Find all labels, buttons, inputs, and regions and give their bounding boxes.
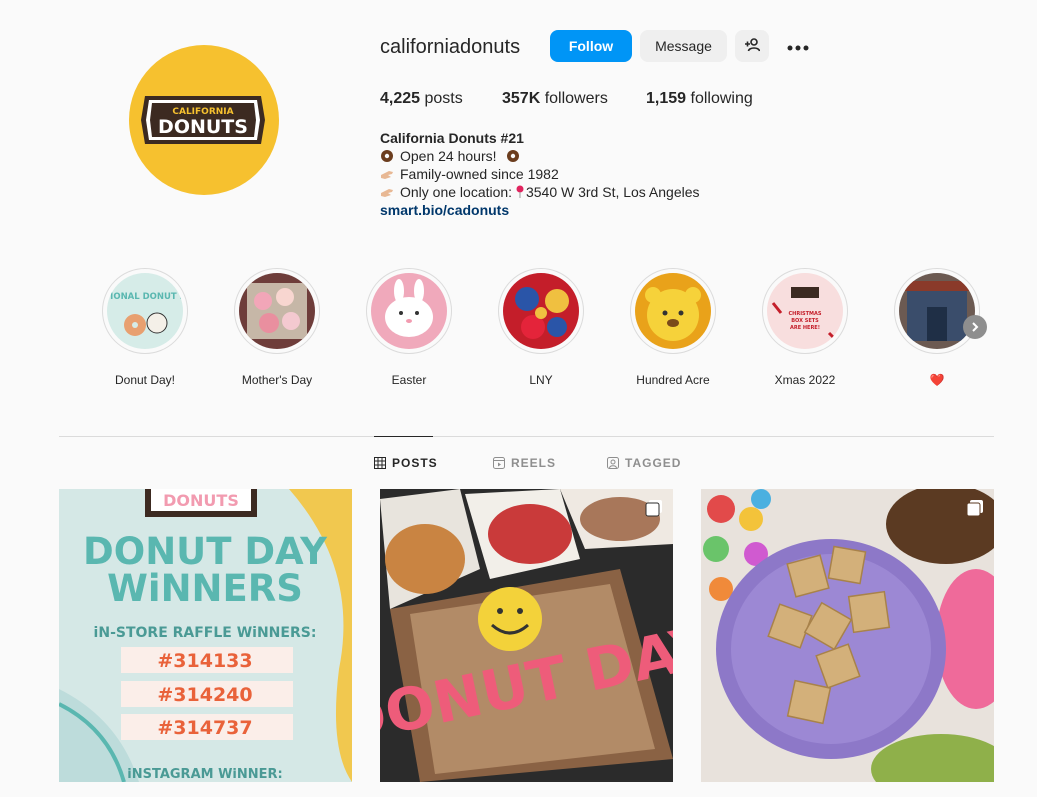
tab-label: REELS [511,456,557,470]
tagged-icon [607,457,619,469]
tab-reels[interactable]: REELS [493,456,556,470]
highlight-hundred-acre[interactable]: Hundred Acre [630,268,716,387]
active-tab-indicator [374,436,433,437]
svg-text:CHRISTMAS: CHRISTMAS [788,311,821,317]
post-cereal-donut[interactable] [701,489,994,782]
highlight-cover [239,273,315,349]
highlight-label: Donut Day! [114,373,176,387]
svg-text:ARE HERE!: ARE HERE! [790,325,820,331]
post-image: DONUTS DONUT DAY WiNNERS iN-STORE RAFFLE… [59,489,352,782]
posts-count: 4,225 [380,90,421,107]
following-label: following [690,90,753,107]
highlight-cover [503,273,579,349]
winner-number: #314133 [157,650,252,672]
pin-icon [516,185,524,198]
suggested-accounts-button[interactable] [735,30,769,62]
grid-icon [374,457,386,469]
highlight-lny[interactable]: LNY [498,268,584,387]
follow-button[interactable]: Follow [550,30,632,62]
add-user-icon [745,37,761,51]
highlight-ring [894,268,980,354]
highlight-label: Mother's Day [241,373,313,387]
tabs-divider [59,436,994,437]
bio-line: Family-owned since 1982 [380,165,700,183]
svg-text:BOX SETS: BOX SETS [791,318,819,324]
followers-stat[interactable]: 357K followers [502,90,608,108]
bio-link[interactable]: smart.bio/cadonuts [380,201,700,219]
post-footer: iNSTAGRAM WiNNER: [127,767,282,782]
highlight-label: ❤️ [929,373,945,387]
highlight-ring [234,268,320,354]
tab-posts[interactable]: POSTS [374,456,438,470]
highlight-cover: CHRISTMAS BOX SETS ARE HERE! [767,273,843,349]
highlight-ring [498,268,584,354]
winner-number: #314240 [157,684,252,706]
display-name: California Donuts #21 [380,130,524,146]
username: californiadonuts [380,36,521,58]
pointing-hand-icon [381,171,393,179]
donut-icon [381,150,393,162]
bio-address: 3540 W 3rd St, Los Angeles [525,184,700,200]
pointing-hand-icon [381,189,393,197]
bio-location: Only one location: [400,184,516,200]
message-button[interactable]: Message [640,30,727,62]
bio-history: Family-owned since 1982 [400,166,559,182]
posts-stat: 4,225 posts [380,90,463,108]
multiple-images-icon [966,500,983,517]
tab-label: TAGGED [625,456,682,470]
highlights-next-arrow[interactable] [963,315,987,339]
highlight-label: Easter [391,373,427,387]
highlight-cover: NATIONAL DONUT DAY [107,273,183,349]
post-donut-day-display[interactable]: DONUT DAY [380,489,673,782]
bio-line: Only one location: 3540 W 3rd St, Los An… [380,183,700,201]
highlight-easter[interactable]: Easter [366,268,452,387]
highlight-label: Hundred Acre [636,373,710,387]
bio-line: Open 24 hours! [380,147,700,165]
post-logo-text: DONUTS [163,491,239,510]
tab-tagged[interactable]: TAGGED [607,456,681,470]
post-title-line2: WiNNERS [107,567,303,610]
post-subtitle: iN-STORE RAFFLE WiNNERS: [94,625,317,641]
highlight-cover [635,273,711,349]
chevron-right-icon [972,322,979,332]
highlight-cover [371,273,447,349]
more-options-button[interactable] [783,36,813,56]
profile-avatar[interactable]: CALIFORNIA DONUTS [129,45,279,195]
logo-main-text: DONUTS [158,116,248,138]
highlight-donut-day[interactable]: NATIONAL DONUT DAY Donut Day! [102,268,188,387]
post-image: DONUT DAY [380,489,673,782]
followers-count: 357K [502,90,541,107]
tab-label: POSTS [392,456,438,470]
highlight-ring: CHRISTMAS BOX SETS ARE HERE! [762,268,848,354]
donut-icon [507,150,520,162]
bio-hours: Open 24 hours! [400,148,497,164]
following-count: 1,159 [646,90,687,107]
followers-label: followers [544,90,608,107]
post-image [701,489,994,782]
highlight-ring [366,268,452,354]
following-stat[interactable]: 1,159 following [646,90,753,108]
highlight-label: Xmas 2022 [774,373,836,387]
highlight-mothers-day[interactable]: Mother's Day [234,268,320,387]
svg-text:NATIONAL DONUT DAY: NATIONAL DONUT DAY [107,292,183,302]
more-icon [787,45,809,51]
post-donut-day-winners[interactable]: DONUTS DONUT DAY WiNNERS iN-STORE RAFFLE… [59,489,352,782]
posts-label: posts [424,90,463,107]
highlight-label: LNY [529,373,553,387]
reels-icon [493,457,505,469]
profile-bio: California Donuts #21 Open 24 hours! Fam… [380,129,700,219]
california-donuts-logo: CALIFORNIA DONUTS [141,96,265,144]
highlight-xmas-2022[interactable]: CHRISTMAS BOX SETS ARE HERE! Xmas 2022 [762,268,848,387]
highlight-ring [630,268,716,354]
highlight-cover [899,273,975,349]
highlight-ring: NATIONAL DONUT DAY [102,268,188,354]
winner-number: #314737 [157,717,252,739]
multiple-images-icon [645,500,662,517]
